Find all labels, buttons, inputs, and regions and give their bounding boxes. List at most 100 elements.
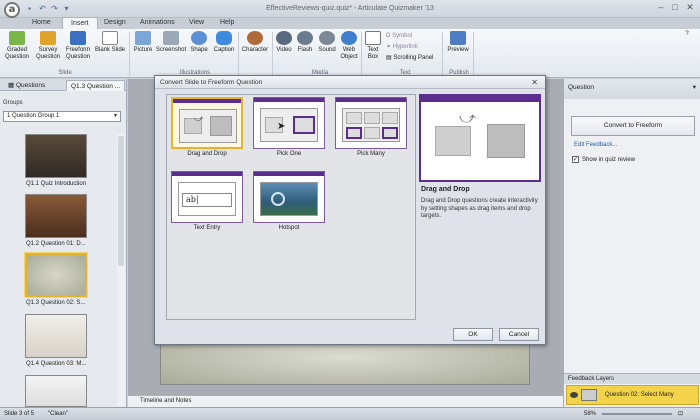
picture-icon	[135, 31, 151, 45]
video-button[interactable]: Video	[274, 31, 294, 54]
flash-button[interactable]: Flash	[295, 31, 315, 54]
maximize-button[interactable]: □	[669, 2, 681, 13]
palm-tree-icon	[435, 126, 471, 156]
text-box-icon	[365, 31, 381, 45]
option-label: Text Entry	[193, 225, 221, 231]
scrollbar-thumb[interactable]	[118, 136, 124, 266]
fit-to-window-icon[interactable]: ⊡	[678, 408, 683, 420]
option-pick-one[interactable]: ➤	[253, 97, 325, 149]
freeform-question-icon	[70, 31, 86, 45]
question-group-select[interactable]: 1 Question Group 1 ▼	[3, 111, 121, 122]
window-title: EffectiveReviews-quiz.quiz* - Articulate…	[266, 5, 434, 12]
survey-question-icon	[40, 31, 56, 45]
tile-band	[254, 98, 324, 102]
scrolling-panel-button[interactable]: ▤ Scrolling Panel	[386, 54, 433, 63]
flash-icon	[297, 31, 313, 45]
zoom-slider[interactable]	[602, 413, 672, 415]
tile-band	[336, 98, 406, 102]
ribbon-separator	[129, 32, 130, 76]
tab-help[interactable]: Help	[212, 17, 242, 29]
ribbon-separator	[238, 32, 239, 76]
blank-slide-button[interactable]: Blank Slide	[94, 31, 126, 54]
chevron-down-icon[interactable]: ▾	[693, 83, 696, 91]
preview-button[interactable]: Preview	[446, 31, 470, 54]
sound-icon	[319, 31, 335, 45]
zoom-level: 58%	[584, 411, 597, 417]
freeform-question-button[interactable]: Freeform Question	[64, 31, 92, 60]
screenshot-icon	[163, 31, 179, 45]
right-panel: Question ▾ Convert to Freeform Edit Feedb…	[563, 79, 700, 407]
option-label: Hotspot	[278, 225, 300, 231]
picture-button[interactable]: Picture	[132, 31, 154, 54]
hyperlink-button[interactable]: ⚭ Hyperlink	[386, 43, 418, 52]
show-in-review-checkbox[interactable]: ✓ Show in quiz review	[572, 156, 635, 163]
slide-thumbnail[interactable]	[25, 194, 87, 238]
web-object-button[interactable]: Web Object	[339, 31, 359, 60]
hotspot-icon	[260, 182, 318, 216]
status-bar: Slide 3 of 5 "Clean" 58% ⊡	[0, 407, 700, 420]
slide-counter: Slide 3 of 5	[4, 411, 35, 417]
symbol-button[interactable]: Ω Symbol	[386, 32, 412, 41]
groups-label: Groups	[3, 100, 23, 106]
ok-button[interactable]: OK	[453, 328, 493, 341]
left-panel: ▦ Questions Q1.3 Question ... Groups 1 Q…	[0, 79, 127, 407]
tile-band	[254, 172, 324, 176]
caption-icon	[216, 31, 232, 45]
graded-question-button[interactable]: Graded Question	[4, 31, 30, 60]
slide-thumbnail[interactable]	[25, 314, 87, 358]
close-button[interactable]: ✕	[684, 2, 696, 13]
option-pick-many[interactable]	[335, 97, 407, 149]
screenshot-button[interactable]: Screenshot	[155, 31, 187, 54]
edit-feedback-link[interactable]: Edit Feedback...	[574, 142, 617, 148]
shape-icon	[191, 31, 207, 45]
tab-design[interactable]: Design	[96, 17, 134, 29]
text-box-button[interactable]: Text Box	[363, 31, 383, 60]
slide-thumbnail[interactable]	[25, 375, 87, 407]
sound-button[interactable]: Sound	[316, 31, 338, 54]
left-panel-tabs: ▦ Questions Q1.3 Question ...	[0, 79, 126, 91]
chevron-down-icon: ▼	[113, 113, 118, 119]
character-button[interactable]: Character	[240, 31, 270, 54]
eye-icon[interactable]	[570, 392, 578, 398]
minimize-button[interactable]: –	[655, 2, 667, 13]
left-scrollbar[interactable]	[117, 134, 125, 406]
checkbox-checked-icon[interactable]: ✓	[572, 156, 579, 163]
slide-thumbnail[interactable]	[25, 134, 87, 178]
slide-label: Q1.1 Quiz Introduction	[26, 181, 87, 187]
arrow-icon: ⤻	[459, 110, 477, 127]
ribbon-separator	[361, 32, 362, 76]
cancel-button[interactable]: Cancel	[499, 328, 539, 341]
pick-one-icon: ➤	[260, 108, 318, 142]
caption-button[interactable]: Caption	[211, 31, 237, 54]
slide-thumbnail-selected[interactable]	[24, 252, 88, 298]
feedback-layers-header: Feedback Layers	[564, 373, 700, 384]
option-text-entry[interactable]: ab|	[171, 171, 243, 223]
character-icon	[247, 31, 263, 45]
tab-questions[interactable]: ▦ Questions	[4, 80, 49, 91]
tab-insert[interactable]: Insert	[62, 17, 98, 29]
help-icon[interactable]: ?	[682, 31, 692, 38]
tab-current-slide[interactable]: Q1.3 Question ...	[66, 80, 126, 91]
option-label: Pick One	[276, 151, 302, 157]
option-drag-and-drop[interactable]: ⤻	[171, 97, 243, 149]
timeline-and-notes[interactable]: Timeline and Notes	[128, 395, 563, 407]
hyperlink-icon: ⚭	[386, 44, 393, 50]
tab-home[interactable]: Home	[24, 17, 59, 29]
close-icon[interactable]: ✕	[531, 76, 538, 89]
tab-animations[interactable]: Animations	[132, 17, 183, 29]
drag-and-drop-icon: ⤻	[179, 109, 237, 143]
feedback-layer-row[interactable]: Question 02: Select Many	[566, 385, 699, 405]
question-panel-header: Question ▾	[564, 79, 700, 99]
preview-icon	[450, 31, 466, 45]
title-bar: a ▪ ↶ ↷ ▾ EffectiveReviews-quiz.quiz* - …	[0, 0, 700, 18]
convert-to-freeform-button[interactable]: Convert to Freeform	[571, 116, 695, 136]
question-type-list: ⤻ Drag and Drop ➤ Pick One Pick Many ab|…	[166, 94, 416, 320]
survey-question-button[interactable]: Survey Question	[34, 31, 62, 60]
tile-band	[172, 172, 242, 176]
shape-button[interactable]: Shape	[188, 31, 210, 54]
slide-label: Q1.2 Question 01: D...	[26, 241, 86, 247]
option-hotspot[interactable]	[253, 171, 325, 223]
tab-view[interactable]: View	[181, 17, 212, 29]
blank-slide-icon	[102, 31, 118, 45]
text-entry-icon: ab|	[178, 182, 236, 216]
